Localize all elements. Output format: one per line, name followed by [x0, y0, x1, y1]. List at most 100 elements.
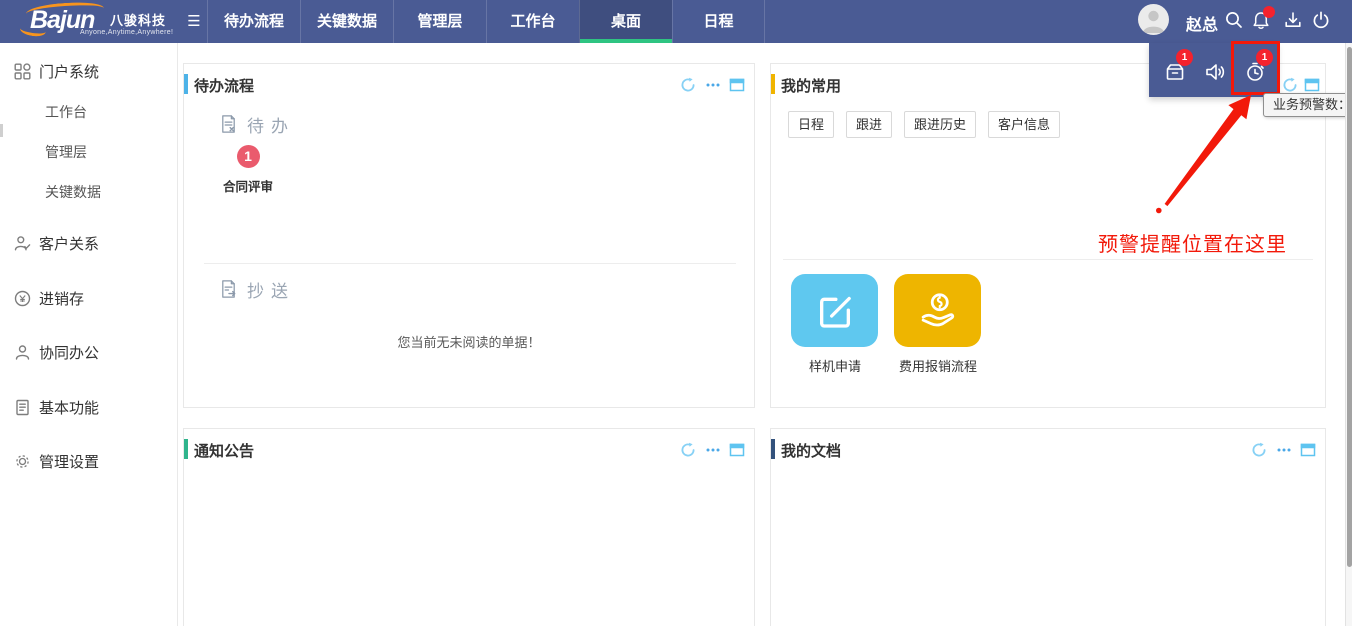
sidebar-item-label: 关键数据 [45, 182, 101, 202]
card-title: 我的常用 [781, 75, 841, 96]
brand-logo[interactable]: Bajun 八骏科技 Anyone,Anytime,Anywhere! [14, 2, 179, 42]
active-tab-underline [580, 39, 672, 43]
sidebar-item-collaboration[interactable]: 协同办公 [0, 332, 177, 372]
maximize-icon[interactable] [1304, 77, 1320, 93]
tab-label: 管理层 [417, 13, 462, 30]
more-ellipsis-icon[interactable] [705, 77, 721, 93]
sidebar-item-customer[interactable]: 客户关系 [0, 223, 177, 263]
card-title: 我的文档 [781, 440, 841, 461]
tab-key-data[interactable]: 关键数据 [300, 0, 393, 43]
coin-icon [14, 290, 31, 307]
section-divider [783, 259, 1313, 260]
avatar[interactable] [1138, 4, 1169, 35]
app-tile-label[interactable]: 样机申请 [775, 356, 895, 375]
sidebar-item-label: 管理设置 [39, 451, 99, 472]
app-tile-expense-flow[interactable] [894, 274, 981, 347]
app-tile-label[interactable]: 费用报销流程 [878, 356, 998, 375]
page-scrollbar[interactable] [1345, 43, 1352, 626]
sidebar-item-label: 管理层 [45, 142, 87, 162]
customer-check-icon [14, 235, 31, 252]
tab-schedule[interactable]: 日程 [672, 0, 765, 43]
filter-schedule-button[interactable]: 日程 [788, 111, 834, 138]
tab-label: 工作台 [510, 13, 555, 30]
card-accent-bar [771, 439, 775, 459]
more-ellipsis-icon[interactable] [705, 442, 721, 458]
todo-item-label: 合同评审 [214, 176, 282, 195]
sidebar-item-inventory[interactable]: 进销存 [0, 278, 177, 318]
annotation-text: 预警提醒位置在这里 [1098, 228, 1287, 257]
user-name[interactable]: 赵总 [1186, 11, 1218, 35]
todo-count-badge: 1 [237, 145, 260, 168]
tab-label: 桌面 [611, 13, 641, 30]
sidebar-item-settings[interactable]: 管理设置 [0, 441, 177, 481]
cc-section-header: 抄送 [219, 276, 295, 302]
more-ellipsis-icon[interactable] [1276, 442, 1292, 458]
refresh-icon[interactable] [1251, 442, 1267, 458]
sidebar-item-key-data[interactable]: 关键数据 [0, 172, 177, 212]
sidebar-item-label: 客户关系 [39, 233, 99, 254]
sidebar-item-basic[interactable]: 基本功能 [0, 387, 177, 427]
card-todo-flow: 待办流程 待办 1 合同评审 抄送 您当前无未阅读的单据！ [183, 63, 755, 408]
sidebar-item-label: 基本功能 [39, 397, 99, 418]
search-icon[interactable] [1224, 10, 1244, 30]
card-accent-bar [771, 74, 775, 94]
sidebar: 门户系统 工作台 管理层 关键数据 客户关系 进销存 协同办公 基本功能 [0, 43, 178, 626]
cc-section-label: 抄送 [247, 277, 295, 302]
brand-name-cn: 八骏科技 [110, 10, 166, 29]
tab-todo-flow[interactable]: 待办流程 [207, 0, 300, 43]
apps-grid-icon [14, 63, 31, 80]
power-icon[interactable] [1311, 10, 1331, 30]
refresh-icon[interactable] [680, 77, 696, 93]
favorites-filters: 日程 跟进 跟进历史 客户信息 [788, 111, 1072, 138]
filter-customer-info-button[interactable]: 客户信息 [988, 111, 1060, 138]
edit-square-icon [815, 291, 855, 331]
card-accent-bar [184, 439, 188, 459]
todo-section-label: 待办 [247, 112, 295, 137]
sidebar-item-management[interactable]: 管理层 [0, 132, 177, 172]
sidebar-item-label: 进销存 [39, 288, 84, 309]
filter-followup-history-button[interactable]: 跟进历史 [904, 111, 976, 138]
tab-management[interactable]: 管理层 [393, 0, 486, 43]
sidebar-item-label: 协同办公 [39, 342, 99, 363]
download-icon[interactable] [1283, 10, 1303, 30]
section-divider [204, 263, 736, 264]
brand-tagline: Anyone,Anytime,Anywhere! [80, 29, 173, 36]
card-title: 待办流程 [194, 75, 254, 96]
announce-speaker-icon[interactable] [1203, 60, 1227, 84]
card-docs: 我的文档 [770, 428, 1326, 626]
card-title: 通知公告 [194, 440, 254, 461]
sidebar-item-portal[interactable]: 门户系统 [0, 51, 177, 91]
person-icon [14, 344, 31, 361]
scrollbar-thumb[interactable] [1347, 47, 1352, 567]
nav-tabs: 待办流程 关键数据 管理层 工作台 桌面 日程 [207, 0, 765, 43]
maximize-icon[interactable] [729, 77, 745, 93]
sidebar-item-label: 门户系统 [39, 61, 99, 82]
hand-dollar-icon [917, 290, 959, 332]
filter-followup-button[interactable]: 跟进 [846, 111, 892, 138]
card-notice: 通知公告 [183, 428, 755, 626]
sidebar-item-label: 工作台 [45, 102, 87, 122]
document-icon [14, 399, 31, 416]
gear-icon [14, 453, 31, 470]
maximize-icon[interactable] [1300, 442, 1316, 458]
sidebar-item-workbench[interactable]: 工作台 [0, 92, 177, 132]
app-tile-sample-request[interactable] [791, 274, 878, 347]
tab-label: 日程 [703, 13, 733, 30]
todo-section-header: 待办 [219, 111, 295, 137]
todo-item-group[interactable]: 1 合同评审 [214, 145, 282, 195]
refresh-icon[interactable] [680, 442, 696, 458]
refresh-icon[interactable] [1282, 77, 1298, 93]
tab-desktop[interactable]: 桌面 [579, 0, 672, 43]
cc-empty-message: 您当前无未阅读的单据！ [184, 332, 754, 351]
tab-label: 待办流程 [224, 13, 284, 30]
tab-workbench[interactable]: 工作台 [486, 0, 579, 43]
hamburger-menu-icon[interactable]: ☰ [181, 0, 207, 43]
maximize-icon[interactable] [729, 442, 745, 458]
card-accent-bar [184, 74, 188, 94]
doc-cc-icon [219, 279, 238, 299]
approval-badge: 1 [1176, 49, 1193, 66]
bell-notification-dot [1263, 6, 1275, 18]
annotation-highlight-box [1231, 41, 1280, 95]
alert-tooltip: 业务预警数：1 [1263, 93, 1352, 117]
top-navbar: Bajun 八骏科技 Anyone,Anytime,Anywhere! ☰ 待办… [0, 0, 1352, 43]
